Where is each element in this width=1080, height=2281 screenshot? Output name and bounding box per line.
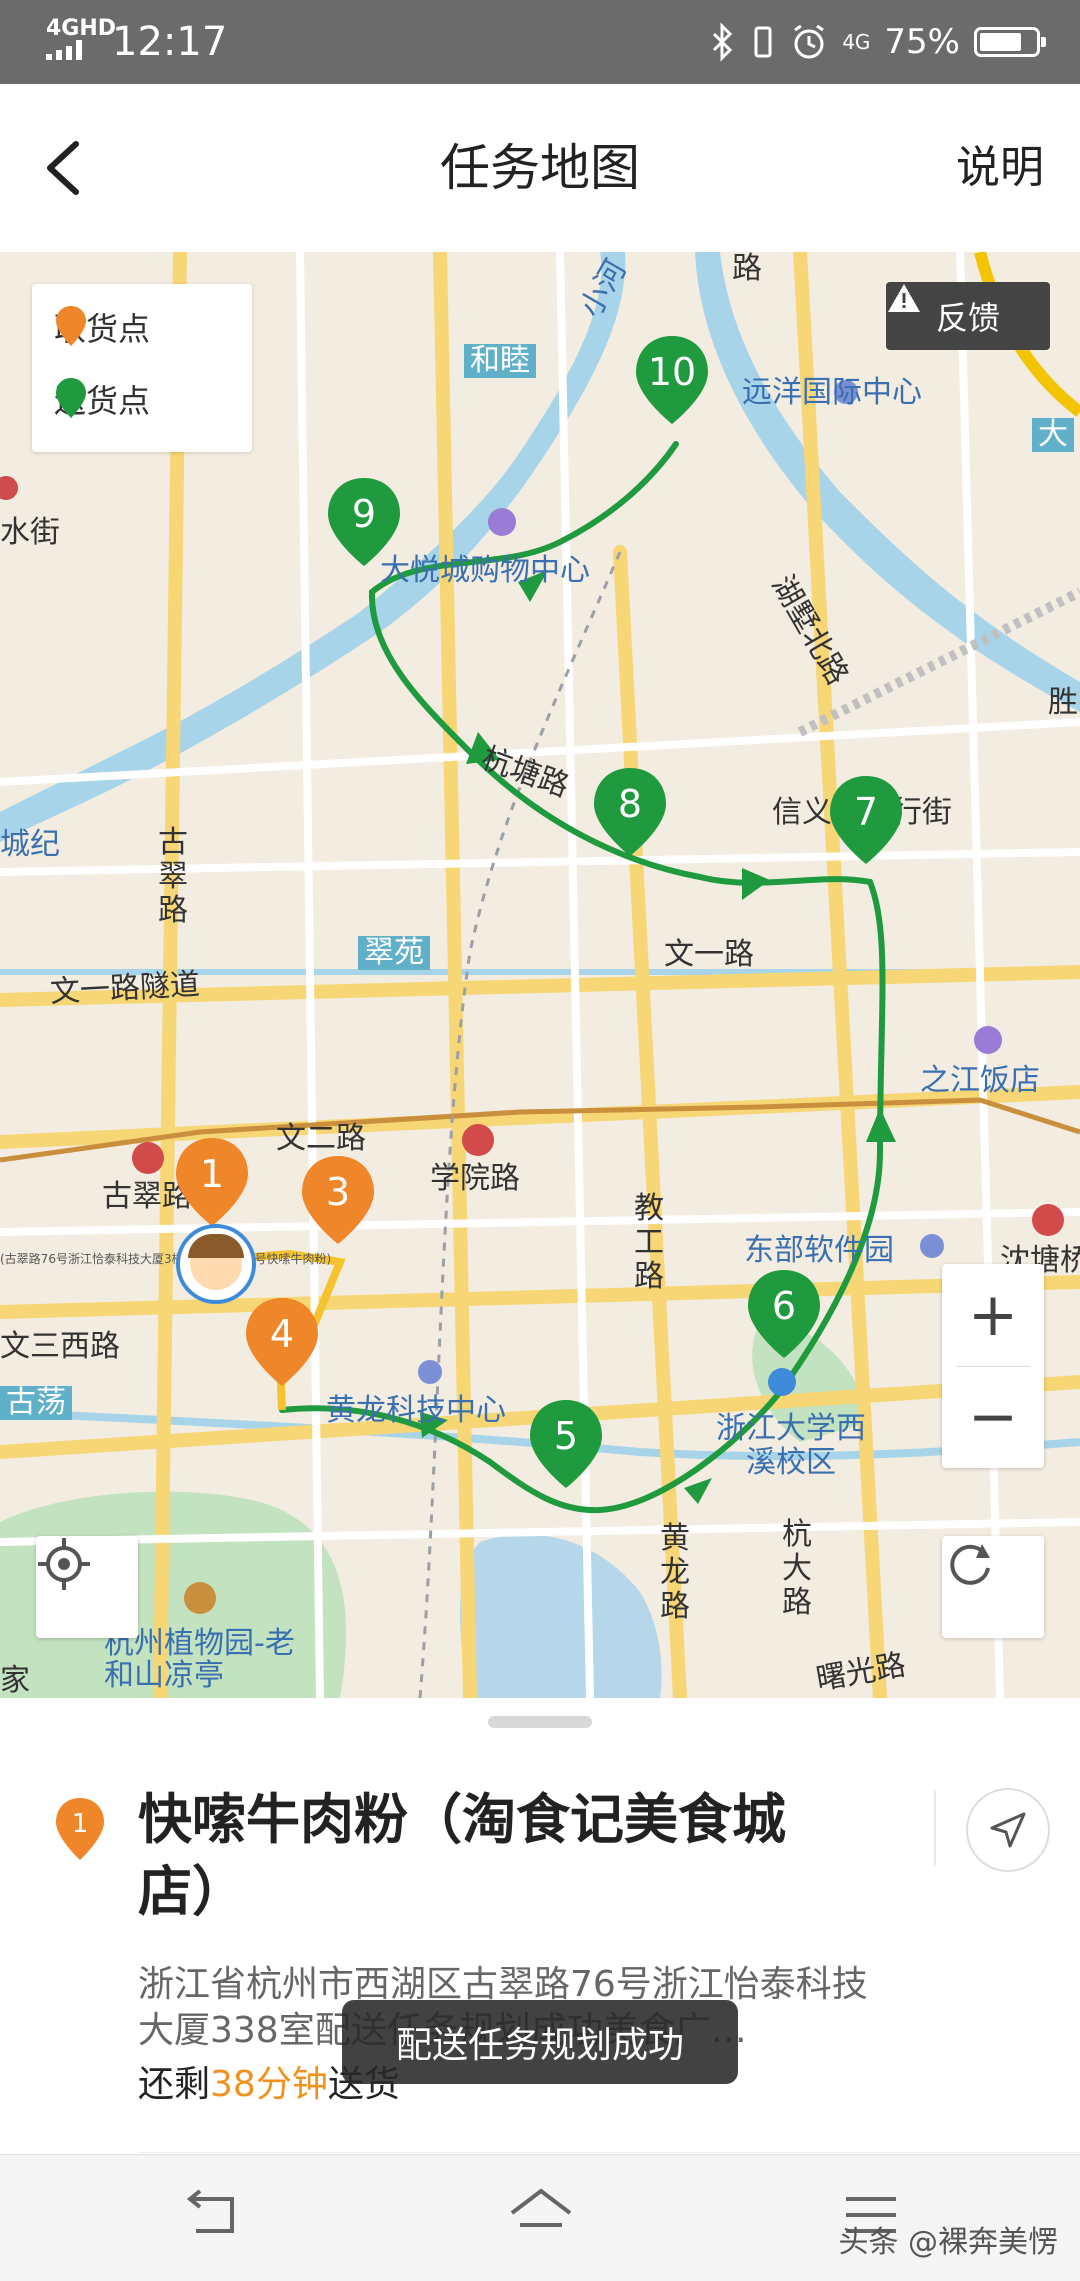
- place-label: 大悦城购物中心: [380, 553, 590, 588]
- pickup-pin-icon: 1: [56, 1798, 104, 1860]
- system-nav-bar: 头条 @裸奔美愣: [0, 2154, 1080, 2281]
- place-label: 路: [732, 252, 762, 286]
- store-detail-sheet: 1 快嗦牛肉粉（淘食记美食城店） 浙江省杭州市西湖区古翠路76号浙江怡泰科技大厦…: [0, 1698, 1080, 2154]
- delivery-marker[interactable]: 6: [744, 1266, 824, 1362]
- avatar-hat: [188, 1234, 244, 1258]
- marker-number: 8: [617, 782, 643, 826]
- locate-icon: [38, 1538, 90, 1590]
- pickup-pin-icon: [56, 306, 86, 346]
- marker-number: 5: [553, 1414, 579, 1458]
- place-label: (古翠路76号浙江恰泰科技大厦3楼美食广场335号快嗦牛肉粉): [0, 1252, 332, 1266]
- place-label: 远洋国际中心: [742, 375, 922, 410]
- delivery-marker[interactable]: 7: [826, 772, 906, 868]
- store-name: 快嗦牛肉粉（淘食记美食城店）: [138, 1788, 786, 1923]
- delivery-marker[interactable]: 10: [632, 332, 712, 428]
- place-label: 城纪: [0, 827, 60, 862]
- place-label: 水街: [0, 515, 60, 550]
- marker-number: 4: [269, 1312, 295, 1356]
- toast-message: 配送任务规划成功: [342, 2000, 738, 2084]
- place-label: 教工路: [634, 1191, 664, 1294]
- page-title: 任务地图: [440, 139, 640, 197]
- alarm-icon: [794, 24, 825, 59]
- zoom-in-button[interactable]: +: [942, 1264, 1044, 1366]
- place-label: 大: [1032, 418, 1074, 452]
- place-label: 家: [0, 1663, 30, 1698]
- detail-marker-number: 1: [72, 1809, 89, 1839]
- battery-icon: [974, 27, 1046, 57]
- signal-strength-icon: [46, 40, 82, 60]
- sheet-drag-handle[interactable]: [488, 1716, 592, 1728]
- place-label: 翠苑: [358, 936, 430, 970]
- pickup-marker[interactable]: 4: [242, 1294, 322, 1390]
- navigate-button[interactable]: [966, 1788, 1050, 1872]
- place-label: 胜: [1048, 685, 1078, 720]
- navigation-arrow-icon: [990, 1812, 1026, 1848]
- marker-number: 3: [325, 1170, 351, 1214]
- divider: [138, 2152, 1080, 2153]
- status-bar: 4GHD 12:17 4G 75%: [0, 0, 1080, 84]
- battery-percent: 75%: [884, 22, 960, 62]
- network-type: 4GHD: [46, 16, 117, 41]
- remaining-time: 38分钟: [210, 2064, 328, 2105]
- place-label: 和睦: [464, 344, 536, 378]
- zoom-out-button[interactable]: −: [942, 1366, 1044, 1468]
- app-header: 任务地图 说明: [0, 84, 1080, 252]
- place-label: 文二路: [276, 1121, 366, 1156]
- nav-home-icon[interactable]: [506, 2185, 576, 2245]
- map-legend: 取货点 送货点: [32, 284, 252, 452]
- courier-avatar[interactable]: [176, 1224, 256, 1304]
- help-button[interactable]: 说明: [956, 140, 1044, 196]
- bluetooth-icon: [713, 22, 733, 62]
- cell-type: 4G: [842, 30, 871, 54]
- delivery-marker[interactable]: 8: [590, 764, 670, 860]
- feedback-button[interactable]: 反馈: [886, 282, 1050, 350]
- place-label: 黄龙科技中心: [326, 1393, 506, 1428]
- locate-button[interactable]: [36, 1536, 138, 1638]
- marker-number: 10: [647, 350, 697, 394]
- nav-back-icon[interactable]: [176, 2185, 246, 2245]
- place-label: 之江饭店: [920, 1063, 1040, 1098]
- marker-number: 6: [771, 1284, 797, 1328]
- pickup-marker[interactable]: 3: [298, 1152, 378, 1248]
- refresh-button[interactable]: [942, 1536, 1044, 1638]
- place-label: 学院路: [430, 1161, 520, 1196]
- place-label: 浙江大学西溪校区: [716, 1411, 866, 1480]
- feedback-label: 反馈: [935, 299, 1000, 337]
- delivery-pin-icon: [56, 378, 86, 418]
- delivery-marker[interactable]: 5: [526, 1396, 606, 1492]
- delivery-marker[interactable]: 9: [324, 474, 404, 570]
- place-label: 文一路: [664, 937, 754, 972]
- divider: [934, 1790, 936, 1866]
- watermark: 头条 @裸奔美愣: [838, 2225, 1058, 2260]
- pickup-marker[interactable]: 1: [172, 1134, 252, 1230]
- place-label: 古荡: [0, 1386, 72, 1420]
- refresh-icon: [950, 1544, 990, 1585]
- place-label: 黄龙路: [660, 1521, 690, 1624]
- marker-number: 1: [199, 1152, 225, 1196]
- vibrate-icon: [754, 26, 772, 58]
- task-map[interactable]: 和睦 小河 远洋国际中心 大悦城购物中心 湖墅北路 杭塘路 信义坊步行街 水街 …: [0, 252, 1080, 1698]
- place-label: 文三西路: [0, 1329, 120, 1364]
- place-label: 杭大路: [782, 1517, 812, 1620]
- marker-number: 7: [853, 790, 879, 834]
- clock: 12:17: [112, 19, 228, 65]
- zoom-controls: + −: [942, 1264, 1044, 1468]
- remaining-prefix: 还剩: [138, 2064, 211, 2105]
- warning-icon: [888, 284, 920, 312]
- marker-number: 9: [351, 492, 377, 536]
- place-label: 古翠路: [158, 825, 188, 928]
- place-label: 东部软件园: [744, 1233, 894, 1268]
